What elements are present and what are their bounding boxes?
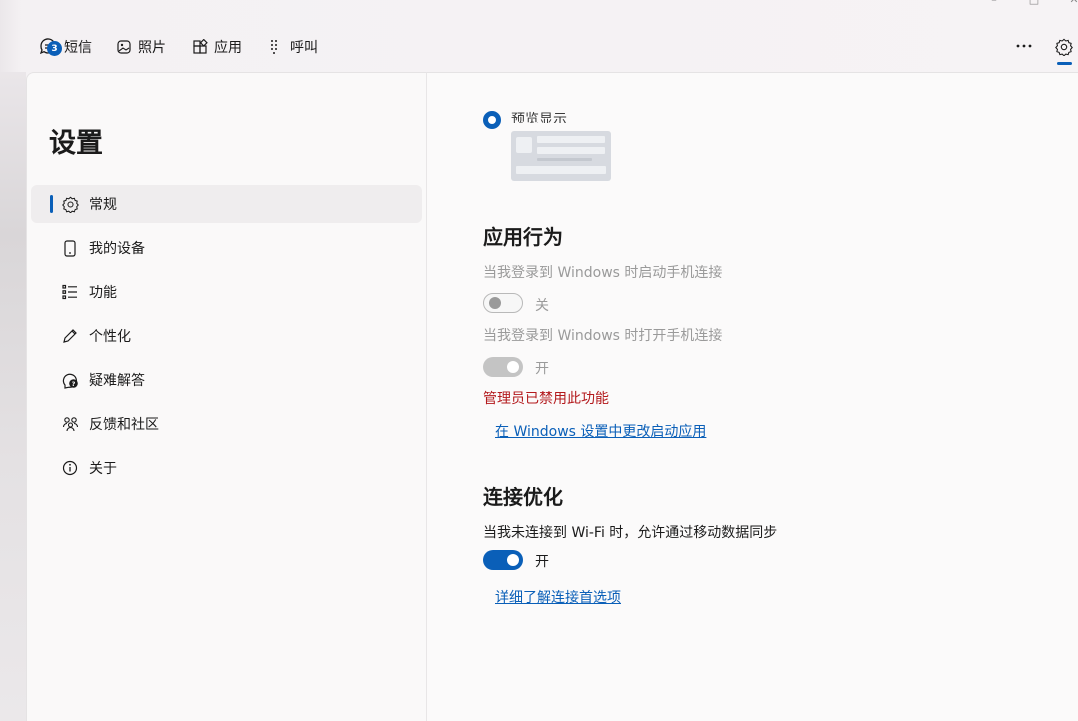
nav-calls[interactable]: 呼叫 xyxy=(268,28,318,66)
maximize-icon[interactable]: □ xyxy=(1028,0,1040,6)
startup-toggle[interactable] xyxy=(483,293,523,313)
sidebar-item-label: 反馈和社区 xyxy=(89,417,159,433)
window-left-edge xyxy=(0,72,26,721)
svg-text:?: ? xyxy=(71,380,75,388)
connection-heading: 连接优化 xyxy=(483,485,563,509)
nav-photos-label: 照片 xyxy=(138,40,166,56)
sidebar-item-about[interactable]: 关于 xyxy=(31,449,422,487)
sidebar-item-label: 疑难解答 xyxy=(89,373,145,389)
open-description: 当我登录到 Windows 时打开手机连接 xyxy=(483,328,723,344)
startup-description: 当我登录到 Windows 时启动手机连接 xyxy=(483,265,723,281)
help-icon: ? xyxy=(61,371,79,389)
open-toggle[interactable] xyxy=(483,357,523,377)
sidebar-item-label: 功能 xyxy=(89,285,117,301)
nav-photos[interactable]: 照片 xyxy=(116,28,166,66)
nav-apps-label: 应用 xyxy=(214,40,242,56)
chat-icon: 3 xyxy=(38,37,64,57)
gear-icon xyxy=(61,195,79,213)
nav-apps[interactable]: 应用 xyxy=(192,28,242,66)
photos-icon xyxy=(116,39,138,55)
notification-preview-image xyxy=(511,131,611,181)
active-indicator xyxy=(50,195,53,213)
sidebar-item-label: 个性化 xyxy=(89,329,131,345)
sidebar-item-features[interactable]: 功能 xyxy=(31,273,422,311)
people-icon xyxy=(61,415,79,433)
preview-radio-label: 预览显示 xyxy=(511,112,567,123)
settings-active-indicator xyxy=(1057,62,1072,65)
list-icon xyxy=(61,283,79,301)
sidebar-item-label: 我的设备 xyxy=(89,241,145,257)
nav-messages[interactable]: 3 短信 xyxy=(38,28,92,66)
sidebar-item-feedback[interactable]: 反馈和社区 xyxy=(31,405,422,443)
open-toggle-state: 开 xyxy=(535,361,549,377)
startup-toggle-state: 关 xyxy=(535,298,549,314)
unread-badge: 3 xyxy=(47,41,62,56)
phone-icon xyxy=(61,239,79,257)
startup-apps-link[interactable]: 在 Windows 设置中更改启动应用 xyxy=(495,421,706,441)
dialpad-icon xyxy=(268,39,290,55)
mobile-data-toggle-state: 开 xyxy=(535,554,549,570)
settings-content: 预览显示 应用行为 当我登录到 Windows 时启动手机连接 关 当我登录到 … xyxy=(426,72,1078,721)
admin-disabled-warning: 管理员已禁用此功能 xyxy=(483,391,609,407)
top-nav: 3 短信 照片 应用 呼叫 xyxy=(0,28,1078,66)
settings-sidebar: 设置 常规 我的设备 功能 个性化 ? 疑难解答 反馈和社区 关于 xyxy=(26,72,426,721)
avatar-icon xyxy=(516,137,532,153)
info-icon xyxy=(61,459,79,477)
sidebar-item-my-devices[interactable]: 我的设备 xyxy=(31,229,422,267)
close-icon[interactable]: ✕ xyxy=(1068,0,1078,6)
sidebar-item-troubleshoot[interactable]: ? 疑难解答 xyxy=(31,361,422,399)
preview-radio[interactable] xyxy=(483,111,501,129)
app-behavior-heading: 应用行为 xyxy=(483,225,563,249)
gear-icon[interactable] xyxy=(1053,36,1075,58)
pen-icon xyxy=(61,327,79,345)
sidebar-item-personalization[interactable]: 个性化 xyxy=(31,317,422,355)
page-title: 设置 xyxy=(49,128,103,159)
mobile-data-description: 当我未连接到 Wi-Fi 时，允许通过移动数据同步 xyxy=(483,525,778,541)
sidebar-item-general[interactable]: 常规 xyxy=(31,185,422,223)
nav-calls-label: 呼叫 xyxy=(290,40,318,56)
mobile-data-toggle[interactable] xyxy=(483,550,523,570)
more-icon[interactable] xyxy=(1014,36,1034,56)
connection-prefs-link[interactable]: 详细了解连接首选项 xyxy=(495,587,621,607)
minimize-icon[interactable]: – xyxy=(988,0,1000,6)
apps-icon xyxy=(192,39,214,55)
sidebar-item-label: 常规 xyxy=(89,197,117,213)
sidebar-item-label: 关于 xyxy=(89,461,117,477)
nav-messages-label: 短信 xyxy=(64,40,92,56)
